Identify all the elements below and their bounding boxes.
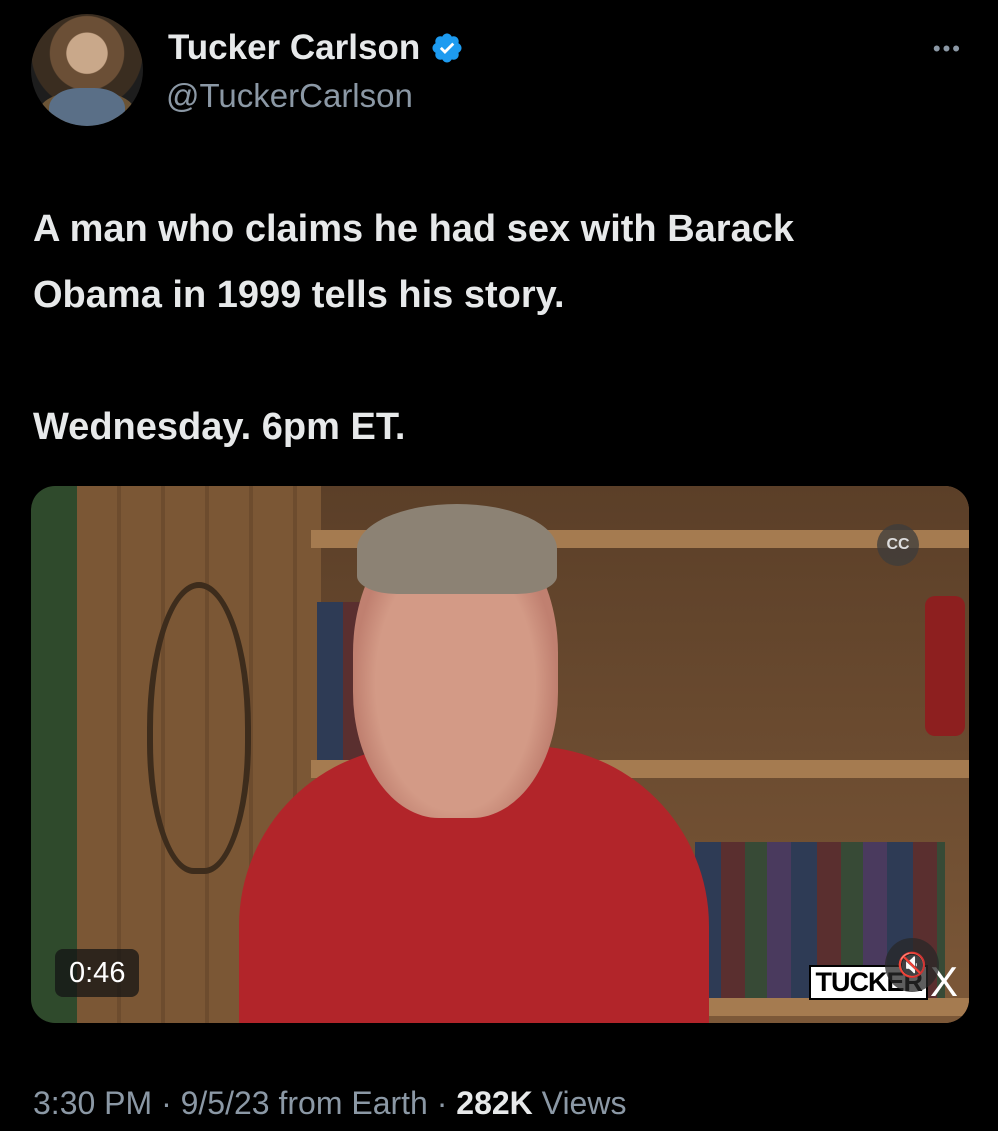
tweet-source: from Earth <box>269 1085 428 1121</box>
video-lamp <box>925 596 965 736</box>
views-count[interactable]: 282K <box>456 1085 533 1121</box>
tweet-meta: 3:30 PM · 9/5/23 from Earth · 282K Views <box>33 1085 626 1122</box>
more-options-icon[interactable]: ••• <box>933 36 962 62</box>
tweet-date[interactable]: 9/5/23 <box>181 1085 270 1121</box>
meta-separator: · <box>427 1085 457 1121</box>
tweet-time[interactable]: 3:30 PM <box>33 1085 152 1121</box>
avatar[interactable] <box>31 14 143 126</box>
meta-separator: · <box>152 1085 181 1121</box>
verified-badge-icon <box>432 33 462 63</box>
avatar-shirt <box>49 88 125 126</box>
video-player[interactable]: CC 0:46 TUCKER X 🔇 <box>31 486 969 1023</box>
captions-icon[interactable]: CC <box>877 524 919 566</box>
video-duration: 0:46 <box>55 949 140 997</box>
author-name[interactable]: Tucker Carlson <box>168 28 420 68</box>
author-name-row[interactable]: Tucker Carlson <box>168 28 464 68</box>
author-handle[interactable]: @TuckerCarlson <box>166 77 413 115</box>
video-wall-hanging <box>147 582 251 874</box>
tweet-text: A man who claims he had sex with Barack … <box>33 208 794 448</box>
views-label[interactable]: Views <box>533 1085 627 1121</box>
mute-icon[interactable]: 🔇 <box>885 938 939 992</box>
video-person-hair <box>357 504 557 594</box>
